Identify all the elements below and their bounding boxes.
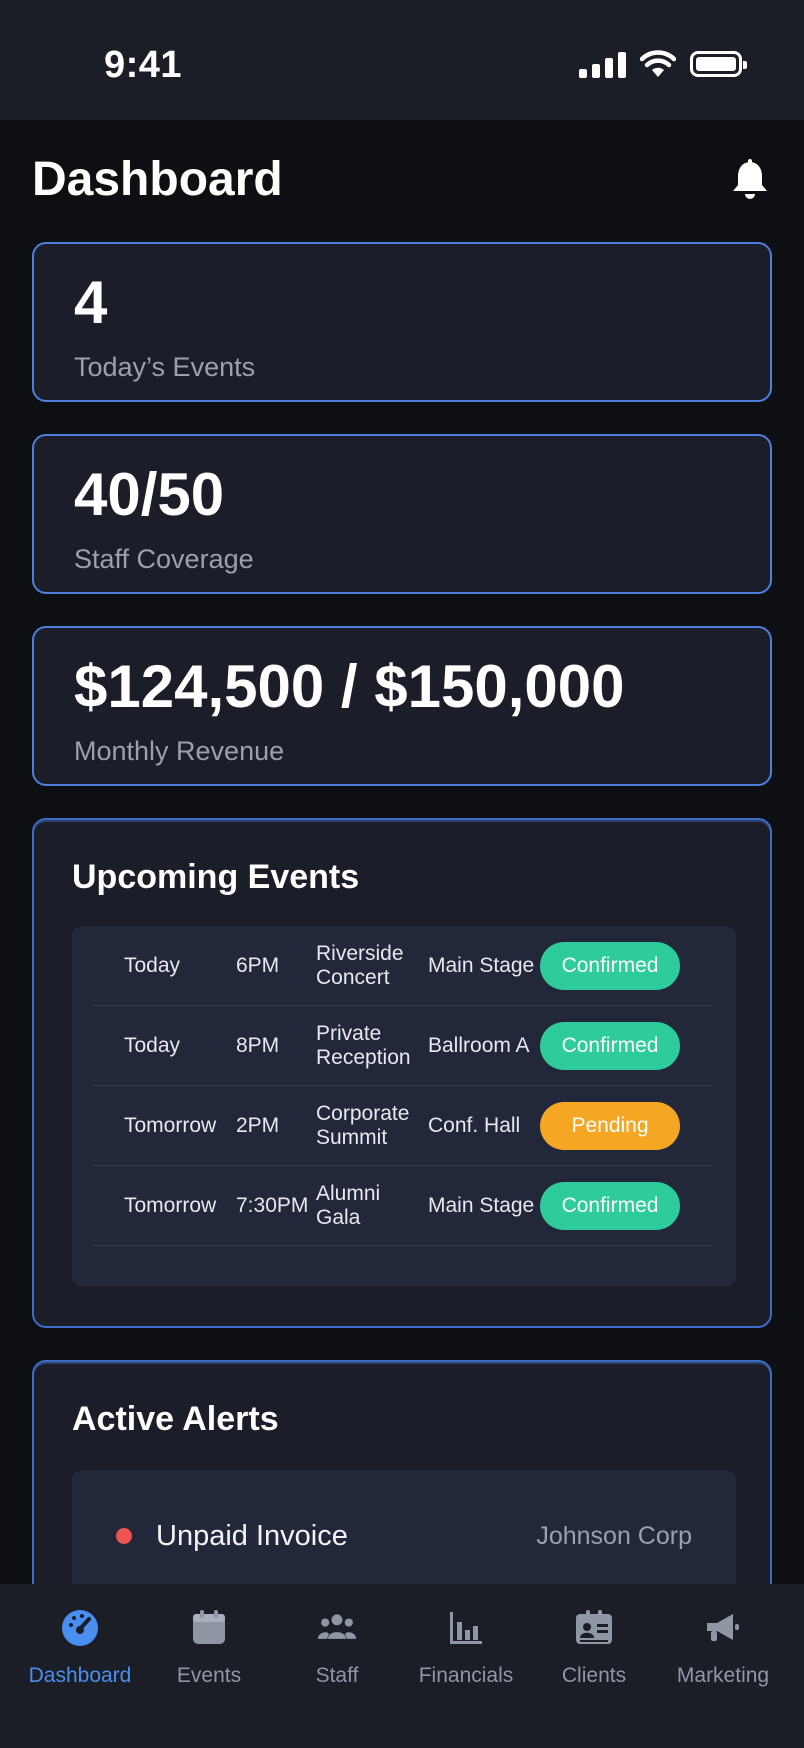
tab-label: Financials [418,1664,514,1687]
event-name: Corporate Summit [316,1101,410,1149]
stat-value: 40/50 [74,461,225,528]
stat-value: $124,500 / $150,000 [74,653,625,720]
tab-clients[interactable]: Clients [529,1604,659,1704]
status-badge: Pending [540,1101,680,1150]
table-row[interactable]: Today 6PM Riverside Concert Main Stage C… [92,926,712,1006]
upcoming-events-panel: Upcoming Events Today 6PM Riverside Conc… [32,818,772,1328]
tab-marketing[interactable]: Marketing [658,1604,788,1704]
status-time: 9:41 [104,44,183,86]
users-icon [317,1614,357,1639]
bottom-tab-bar: Dashboard Events Staff Financials Client… [0,1584,804,1748]
table-row[interactable]: Tomorrow 7:30PM Alumni Gala Main Stage C… [92,1166,712,1246]
status-icons [579,50,747,78]
event-time: 8PM [236,1033,280,1057]
event-name: Alumni Gala [316,1181,381,1229]
calendar-icon [193,1610,225,1644]
cellular-signal-icon [579,50,626,78]
tab-staff[interactable]: Staff [272,1604,402,1704]
event-location: Main Stage [428,953,535,977]
table-row[interactable]: Tomorrow 2PM Corporate Summit Conf. Hall… [92,1086,712,1166]
stat-card-monthly-revenue[interactable]: $124,500 / $150,000 Monthly Revenue [32,626,772,786]
event-location: Main Stage [428,1193,535,1217]
upcoming-events-title: Upcoming Events [72,858,360,896]
bell-icon[interactable] [728,158,772,202]
stat-card-todays-events[interactable]: 4 Today’s Events [32,242,772,402]
stat-label: Staff Coverage [74,544,254,574]
chart-icon [450,1612,482,1644]
table-row[interactable]: Today 8PM Private Reception Ballroom A C… [92,1006,712,1086]
tab-label: Events [176,1664,242,1687]
active-alerts-title: Active Alerts [72,1400,279,1438]
alert-indicator-icon [116,1528,132,1544]
event-day: Today [124,953,181,977]
event-time: 2PM [236,1113,280,1137]
stat-label: Today’s Events [74,352,256,382]
tab-financials[interactable]: Financials [401,1604,531,1704]
status-bar: 9:41 [0,0,804,120]
contact-card-icon [576,1610,612,1644]
event-time: 7:30PM [236,1193,309,1217]
page-title: Dashboard [32,153,283,206]
status-badge: Confirmed [540,1181,680,1230]
megaphone-icon [707,1614,739,1641]
event-location: Ballroom A [428,1033,530,1057]
stat-value: 4 [74,269,108,336]
dashboard-icon [62,1610,98,1646]
alert-client: Johnson Corp [536,1522,692,1550]
tab-label: Dashboard [28,1664,132,1687]
event-time: 6PM [236,953,280,977]
stat-card-staff-coverage[interactable]: 40/50 Staff Coverage [32,434,772,594]
event-name: Riverside Concert [316,941,404,989]
event-day: Tomorrow [124,1113,217,1137]
tab-label: Clients [561,1664,627,1687]
tab-dashboard[interactable]: Dashboard [15,1604,145,1704]
tab-events[interactable]: Events [144,1604,274,1704]
event-day: Tomorrow [124,1193,217,1217]
wifi-icon [640,50,676,77]
event-location: Conf. Hall [428,1113,521,1137]
stat-label: Monthly Revenue [74,736,285,766]
events-table: Today 6PM Riverside Concert Main Stage C… [72,926,736,1286]
event-name: Private Reception [316,1021,411,1069]
battery-icon [690,51,747,77]
tab-label: Marketing [676,1664,770,1687]
alert-title: Unpaid Invoice [156,1520,348,1552]
event-day: Today [124,1033,181,1057]
status-badge: Confirmed [540,941,680,990]
status-badge: Confirmed [540,1021,680,1070]
tab-label: Staff [315,1664,359,1687]
